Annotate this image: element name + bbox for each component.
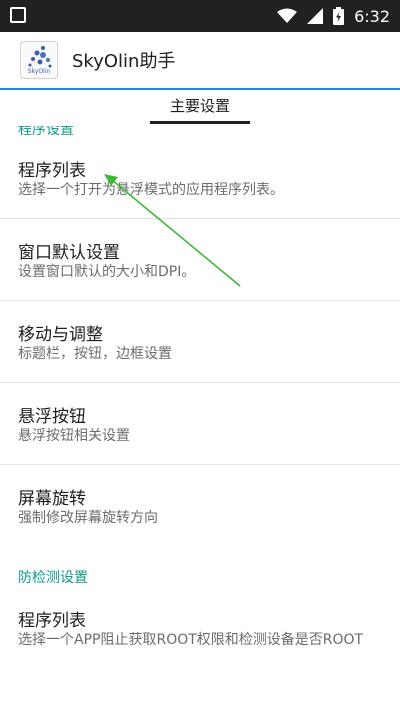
item-summary: 选择一个打开为悬浮模式的应用程序列表。 — [18, 182, 284, 198]
item-summary: 悬浮按钮相关设置 — [18, 428, 130, 444]
tab-indicator — [150, 121, 250, 124]
list-item-screen-rotation[interactable]: 屏幕旋转 强制修改屏幕旋转方向 — [0, 476, 400, 536]
notification-square-icon — [10, 7, 26, 23]
section-header-program-settings: 程序设置 — [18, 126, 74, 138]
status-icons: 6:32 — [277, 4, 390, 28]
status-time: 6:32 — [354, 6, 390, 26]
item-title: 窗口默认设置 — [18, 243, 120, 263]
item-title: 程序列表 — [18, 611, 86, 631]
tab-label: 主要设置 — [169, 97, 230, 115]
item-title: 程序列表 — [18, 161, 86, 181]
divider — [0, 382, 400, 383]
item-title: 移动与调整 — [18, 325, 103, 345]
battery-icon — [333, 7, 345, 25]
item-summary: 选择一个APP阻止获取ROOT权限和检测设备是否ROOT — [18, 632, 364, 648]
item-title: 屏幕旋转 — [18, 489, 86, 509]
divider — [0, 464, 400, 465]
tab-bar: 主要设置 — [0, 90, 400, 126]
item-title: 悬浮按钮 — [18, 407, 86, 427]
section-header-anti-detection: 防检测设置 — [18, 570, 88, 586]
item-summary: 标题栏，按钮，边框设置 — [18, 346, 172, 362]
app-title: SkyOlin助手 — [72, 51, 176, 72]
signal-icon — [307, 8, 324, 24]
wifi-icon — [277, 8, 298, 23]
settings-list[interactable]: 程序设置 程序列表 选择一个打开为悬浮模式的应用程序列表。 窗口默认设置 设置窗… — [0, 126, 400, 710]
divider — [0, 300, 400, 301]
skyolin-logo-icon: SkyOlin — [20, 41, 58, 79]
list-item-anti-detection-program-list[interactable]: 程序列表 选择一个APP阻止获取ROOT权限和检测设备是否ROOT — [0, 598, 400, 678]
status-bar: 6:32 — [0, 0, 400, 32]
logo-text: SkyOlin — [27, 68, 51, 75]
list-item-floating-button[interactable]: 悬浮按钮 悬浮按钮相关设置 — [0, 394, 400, 454]
item-summary: 设置窗口默认的大小和DPI。 — [18, 264, 196, 280]
list-item-move-and-resize[interactable]: 移动与调整 标题栏，按钮，边框设置 — [0, 312, 400, 372]
item-summary: 强制修改屏幕旋转方向 — [18, 510, 158, 526]
app-bar: SkyOlin SkyOlin助手 — [0, 32, 400, 88]
tab-main-settings[interactable]: 主要设置 — [150, 90, 250, 126]
divider — [0, 218, 400, 219]
list-item-program-list[interactable]: 程序列表 选择一个打开为悬浮模式的应用程序列表。 — [0, 148, 400, 208]
list-item-window-default-settings[interactable]: 窗口默认设置 设置窗口默认的大小和DPI。 — [0, 230, 400, 290]
